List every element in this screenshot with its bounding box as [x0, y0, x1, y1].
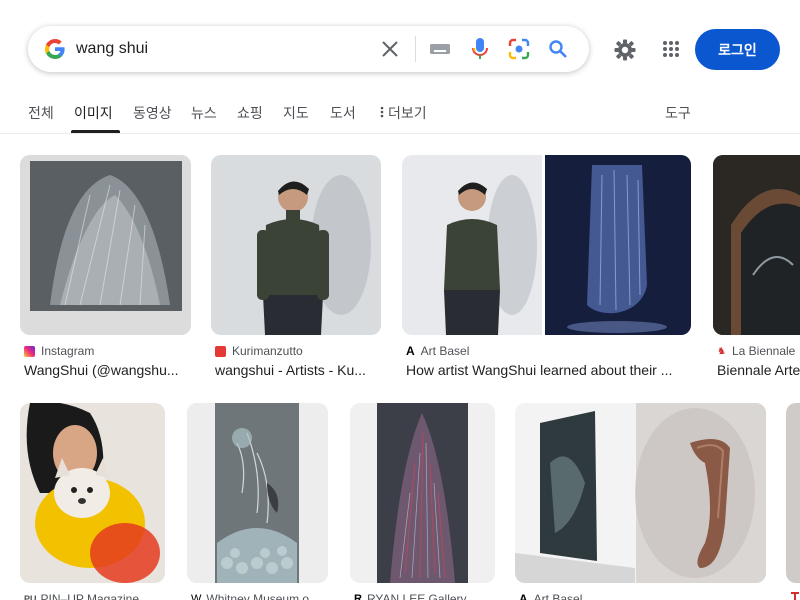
tab-images[interactable]: 이미지 [74, 103, 113, 123]
result-title[interactable]: wangshui - Artists - Ku... [215, 362, 381, 378]
tab-more-label: 더보기 [388, 105, 427, 121]
result-image[interactable] [713, 155, 800, 335]
tab-maps[interactable]: 지도 [283, 103, 309, 123]
ryan-lee-icon: R [354, 593, 362, 600]
result-source: A Art Basel [519, 592, 582, 600]
kurimanzutto-icon [215, 345, 226, 357]
biennale-icon: ♞ [717, 345, 726, 357]
instagram-icon [24, 345, 35, 357]
result-image[interactable] [350, 403, 495, 583]
tab-news[interactable]: 뉴스 [191, 103, 217, 123]
result-card[interactable]: W Whitney Museum o... [187, 403, 328, 600]
tab-shopping[interactable]: 쇼핑 [237, 103, 263, 123]
google-g-icon [45, 39, 65, 59]
art-basel-icon: A [519, 592, 528, 600]
result-card[interactable]: PU PIN–UP Magazine [20, 403, 165, 600]
gallery-image [515, 403, 766, 583]
result-card[interactable]: Kurimanzutto wangshui - Artists - Ku... [211, 155, 381, 385]
red-t-icon [791, 592, 799, 600]
lens-icon [508, 38, 530, 60]
tab-books[interactable]: 도서 [330, 103, 356, 123]
source-label: Art Basel [420, 344, 470, 358]
search-input[interactable]: wang shui [76, 40, 148, 58]
result-title[interactable]: WangShui (@wangshu... [24, 362, 191, 378]
divider [415, 36, 416, 62]
close-icon [382, 41, 398, 57]
painting-image [350, 403, 495, 583]
source-label: PIN–UP Magazine [40, 592, 140, 600]
whitney-icon: W [191, 593, 202, 600]
pinup-icon: PU [24, 594, 37, 600]
search-icon [549, 40, 567, 58]
result-card[interactable] [786, 403, 800, 600]
result-card[interactable]: Instagram WangShui (@wangshu... [20, 155, 191, 385]
result-image[interactable] [515, 403, 766, 583]
tab-more[interactable]: 더보기 [380, 103, 427, 123]
result-source: PU PIN–UP Magazine [24, 592, 139, 600]
result-image[interactable] [211, 155, 381, 335]
result-source: R RYAN LEE Gallery [354, 592, 467, 600]
tools-button[interactable]: 도구 [665, 103, 691, 123]
result-source: Kurimanzutto [215, 344, 303, 358]
source-label: La Biennale [731, 344, 796, 358]
result-card[interactable]: A Art Basel [515, 403, 766, 600]
result-title[interactable]: How artist WangShui learned about their … [406, 362, 691, 378]
settings-button[interactable] [612, 37, 638, 63]
result-title[interactable]: Biennale Arte [717, 362, 800, 378]
composite-image [402, 155, 691, 335]
apps-grid-icon [663, 41, 679, 57]
source-label: RYAN LEE Gallery [366, 592, 467, 600]
header: wang shui 로그인 [0, 0, 800, 96]
artwork-image [20, 155, 191, 335]
result-source: ♞ La Biennale [717, 344, 795, 358]
result-image[interactable] [20, 155, 191, 335]
login-button[interactable]: 로그인 [695, 29, 780, 70]
source-label: Whitney Museum o... [206, 592, 320, 600]
painting-image [187, 403, 328, 583]
tab-videos[interactable]: 동영상 [133, 103, 172, 123]
active-tab-indicator [71, 130, 120, 133]
clear-button[interactable] [378, 37, 402, 61]
result-card[interactable]: ♞ La Biennale Biennale Arte [713, 155, 800, 385]
portrait-image [211, 155, 381, 335]
search-box[interactable]: wang shui [28, 26, 589, 72]
result-source: A Art Basel [406, 344, 469, 358]
lens-button[interactable] [507, 37, 531, 61]
result-source: W Whitney Museum o... [191, 592, 319, 600]
result-source: Instagram [24, 344, 94, 358]
source-label: Art Basel [533, 592, 583, 600]
result-card[interactable]: A Art Basel How artist WangShui learned … [402, 155, 691, 385]
result-card[interactable]: R RYAN LEE Gallery [350, 403, 495, 600]
voice-search-button[interactable] [468, 37, 492, 61]
tab-all[interactable]: 전체 [28, 103, 54, 123]
result-image[interactable] [20, 403, 165, 583]
source-favicon [790, 592, 800, 600]
keyboard-button[interactable] [428, 37, 452, 61]
result-image[interactable] [187, 403, 328, 583]
search-button[interactable] [546, 37, 570, 61]
source-label: Instagram [41, 344, 95, 358]
search-tabs: 전체 이미지 동영상 뉴스 쇼핑 지도 도서 더보기 도구 [0, 96, 800, 134]
source-label: Kurimanzutto [232, 344, 303, 358]
more-vert-icon [380, 106, 384, 118]
apps-button[interactable] [659, 37, 683, 61]
gear-icon [614, 39, 636, 61]
keyboard-icon [430, 44, 450, 54]
art-basel-icon: A [406, 344, 415, 358]
result-image[interactable] [402, 155, 691, 335]
arch-image [713, 155, 800, 335]
mic-icon [472, 38, 488, 59]
person-dog-image [20, 403, 165, 583]
result-image[interactable] [786, 403, 800, 583]
